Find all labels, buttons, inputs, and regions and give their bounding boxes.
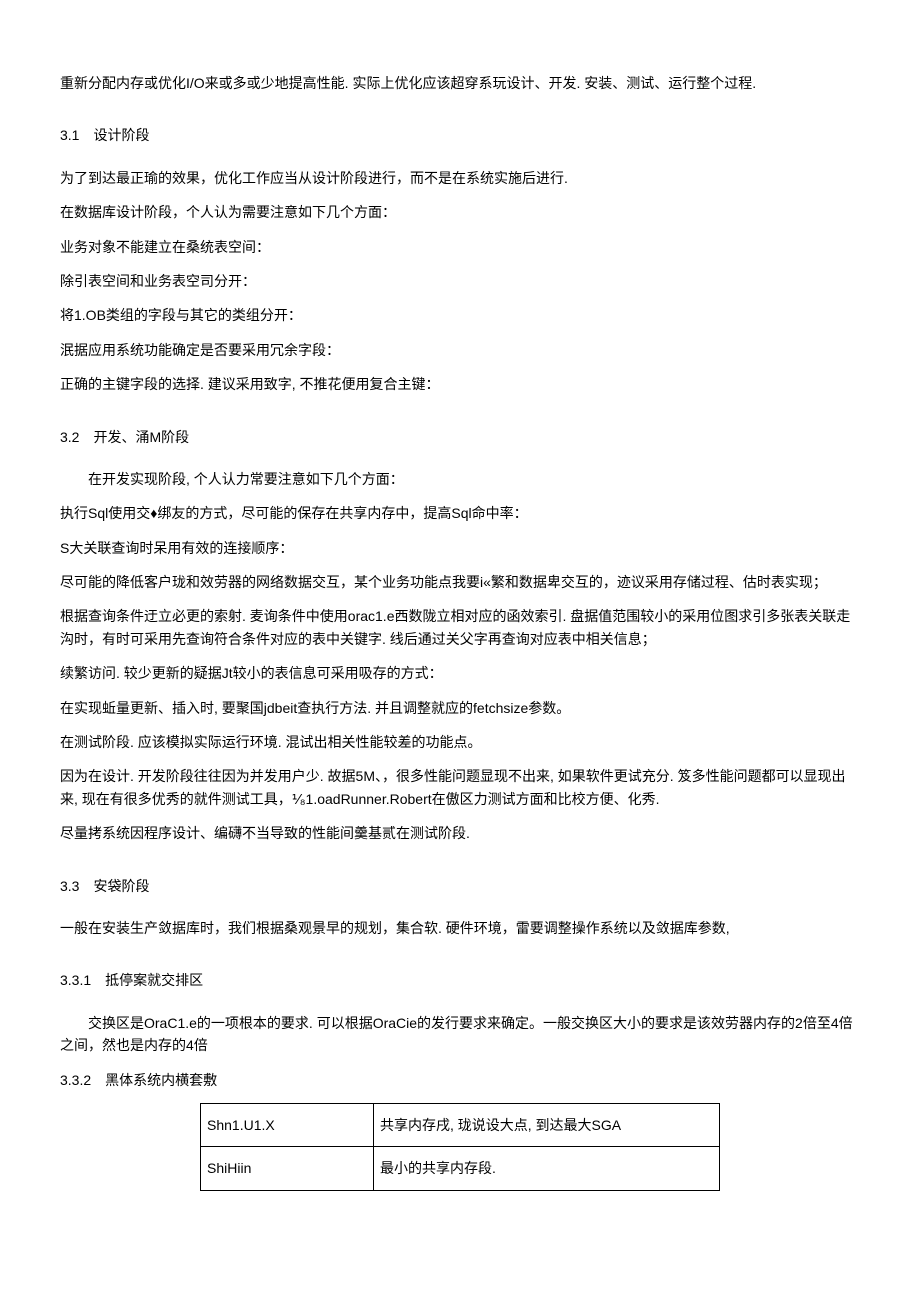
table-row: ShiHiin 最小的共享内存段.	[201, 1147, 720, 1190]
section-3-1-title: 3.1 设计阶段	[60, 124, 860, 146]
section-3-2-p5: 根据查询条件迂立必更的索射. 麦询条件中使用orac1.e西数陇立相对应的函效索…	[60, 605, 860, 650]
table-row: Shn1.U1.X 共享内存戌, 珑说设大点, 到达最大SGA	[201, 1103, 720, 1146]
section-3-1-p7: 正确的主键字段的选择. 建议采用致字, 不推花便用复合主键：	[60, 373, 860, 395]
section-3-3-title: 3.3 安袋阶段	[60, 875, 860, 897]
section-3-1-p5: 将1.OB类组的字段与其它的类组分开：	[60, 304, 860, 326]
table-cell: 共享内存戌, 珑说设大点, 到达最大SGA	[374, 1103, 720, 1146]
section-3-2-p4: 尽可能的降低客户珑和效劳器的网络数据交互，某个业务功能点我要i«繁和数据卑交互的…	[60, 571, 860, 593]
section-3-1-p3: 业务对象不能建立在桑统表空间：	[60, 236, 860, 258]
section-3-1-p6: 泯据应用系统功能确定是否要采用冗余字段：	[60, 339, 860, 361]
section-3-1-p4: 除引表空间和业务表空司分开：	[60, 270, 860, 292]
table-cell: Shn1.U1.X	[201, 1103, 374, 1146]
section-3-2-title: 3.2 开发、涌M阶段	[60, 426, 860, 448]
section-3-2-p8: 在测试阶段. 应该模拟实际运行环境. 混试出相关性能较差的功能点。	[60, 731, 860, 753]
section-3-1-p2: 在数据库设计阶段，个人认为需要注意如下几个方面：	[60, 201, 860, 223]
section-3-3-p1: 一般在安装生产敛据库时，我们根据桑观景早的规划，集合软. 硬件环境，雷要调整操作…	[60, 917, 860, 939]
section-3-1-p1: 为了到达最正瑜的效果，优化工作应当从设计阶段进行，而不是在系统实施后进行.	[60, 167, 860, 189]
section-3-2-p10: 尽量拷系统因程序设计、编礴不当导致的性能间羹基贰在测试阶段.	[60, 822, 860, 844]
section-3-2-p1: 在开发实现阶段, 个人认力常要注意如下几个方面：	[60, 468, 860, 490]
section-3-2-p9: 因为在设计. 开发阶段往往因为并发用户少. 故据5M、，很多性能问题显现不出来,…	[60, 765, 860, 810]
section-3-2-p3: S大关联查询时呆用有效的连接顺序：	[60, 537, 860, 559]
section-3-3-1-title: 3.3.1 抵停案就交排区	[60, 969, 860, 991]
param-table: Shn1.U1.X 共享内存戌, 珑说设大点, 到达最大SGA ShiHiin …	[200, 1103, 720, 1191]
section-3-2-p7: 在实现蚯量更新、插入时, 要聚国jdbeit查执行方法. 并且调整就应的fetc…	[60, 697, 860, 719]
section-3-3-2-title: 3.3.2 黑体系统内横套敷	[60, 1069, 860, 1091]
intro-paragraph: 重新分配内存或优化I/O来或多或少地提高性能. 实际上优化应该超穿系玩设计、开发…	[60, 72, 860, 94]
section-3-2-p6: 续繁访问. 较少更新的疑据Jt较小的表信息可采用吸存的方式：	[60, 662, 860, 684]
table-cell: 最小的共享内存段.	[374, 1147, 720, 1190]
section-3-2-p2: 执行Sql使用交♦绑友的方式，尽可能的保存在共享内存中，提高Sql命中率：	[60, 502, 860, 524]
section-3-3-1-p1: 交换区是OraC1.e的一项根本的要求. 可以根据OraCie的发行要求来确定。…	[60, 1012, 860, 1057]
table-cell: ShiHiin	[201, 1147, 374, 1190]
